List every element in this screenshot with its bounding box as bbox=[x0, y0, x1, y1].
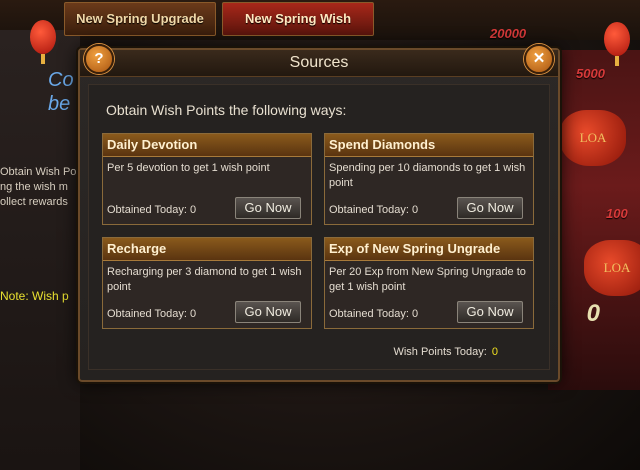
dialog-title-bar: Sources bbox=[80, 50, 558, 77]
tab-new-spring-wish[interactable]: New Spring Wish bbox=[222, 2, 374, 36]
card-title: Exp of New Spring Ungrade bbox=[325, 238, 533, 261]
go-now-button[interactable]: Go Now bbox=[457, 301, 523, 323]
source-card-recharge: Recharge Recharging per 3 diamond to get… bbox=[102, 237, 312, 329]
card-description: Spending per 10 diamonds to get 1 wish p… bbox=[329, 162, 526, 189]
wish-points-today: Wish Points Today: 0 bbox=[393, 346, 498, 358]
go-now-button[interactable]: Go Now bbox=[235, 301, 301, 323]
lantern-icon bbox=[604, 22, 630, 66]
event-note: Note: Wish p bbox=[0, 289, 69, 303]
event-info-text: Obtain Wish Po bbox=[0, 166, 77, 178]
wish-counter: 0 bbox=[586, 300, 600, 327]
source-card-daily-devotion: Daily Devotion Per 5 devotion to get 1 w… bbox=[102, 133, 312, 225]
tab-new-spring-upgrade[interactable]: New Spring Upgrade bbox=[64, 2, 216, 36]
card-title: Daily Devotion bbox=[103, 134, 311, 157]
event-info-text: ollect rewards bbox=[0, 196, 68, 208]
sources-dialog: Sources ? ✕ Obtain Wish Points the follo… bbox=[78, 44, 560, 382]
dialog-title: Sources bbox=[289, 54, 349, 71]
card-obtained-today: Obtained Today: 0 bbox=[107, 308, 197, 320]
card-description: Per 20 Exp from New Spring Ungrade to ge… bbox=[329, 266, 526, 293]
lantern-icon bbox=[30, 20, 56, 64]
source-card-spend-diamonds: Spend Diamonds Spending per 10 diamonds … bbox=[324, 133, 534, 225]
card-description: Recharging per 3 diamond to get 1 wish p… bbox=[107, 266, 302, 293]
card-obtained-today: Obtained Today: 0 bbox=[107, 204, 197, 216]
card-description: Per 5 devotion to get 1 wish point bbox=[107, 162, 270, 174]
card-obtained-today: Obtained Today: 0 bbox=[329, 308, 419, 320]
lucky-bag-icon: LOA bbox=[560, 110, 626, 166]
go-now-button[interactable]: Go Now bbox=[457, 197, 523, 219]
source-card-exp-upgrade: Exp of New Spring Ungrade Per 20 Exp fro… bbox=[324, 237, 534, 329]
help-button[interactable]: ? bbox=[84, 44, 114, 74]
reward-number: 5000 bbox=[576, 66, 605, 81]
dialog-subtitle: Obtain Wish Points the following ways: bbox=[106, 102, 347, 118]
close-button[interactable]: ✕ bbox=[524, 44, 554, 74]
wish-points-value: 0 bbox=[491, 346, 498, 358]
lucky-bag-icon: LOA bbox=[584, 240, 640, 296]
card-title: Recharge bbox=[103, 238, 311, 261]
wish-points-label: Wish Points Today: bbox=[393, 346, 487, 358]
event-heading: Co be bbox=[48, 69, 74, 115]
card-obtained-today: Obtained Today: 0 bbox=[329, 204, 419, 216]
reward-number: 20000 bbox=[490, 26, 527, 41]
event-info-text: ng the wish m bbox=[0, 181, 68, 193]
card-title: Spend Diamonds bbox=[325, 134, 533, 157]
reward-number: 100 bbox=[606, 206, 628, 221]
go-now-button[interactable]: Go Now bbox=[235, 197, 301, 219]
